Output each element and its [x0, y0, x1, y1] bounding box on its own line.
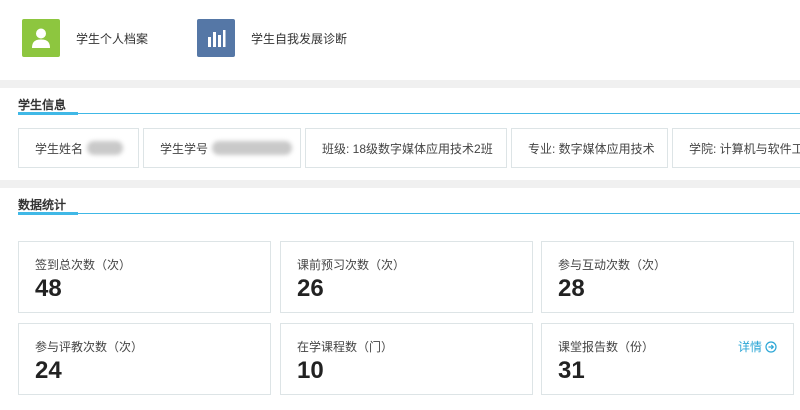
stat-value: 10: [297, 357, 324, 384]
redacted-name: [87, 141, 124, 155]
student-info-section: 学生信息 学生姓名 学生学号 班级: 18级数字媒体应用技术2班 专业: 数字媒…: [0, 88, 800, 180]
section-title-underline: [18, 212, 78, 215]
stat-card-preview: 课前预习次数（次） 26: [280, 241, 533, 313]
student-id-label: 学生学号: [160, 141, 209, 156]
nav-self-diagnosis[interactable]: 学生自我发展诊断: [197, 19, 347, 57]
nav-self-diagnosis-label: 学生自我发展诊断: [251, 31, 348, 46]
arrow-circle-right-icon: [765, 340, 777, 353]
section-divider: [18, 113, 800, 114]
details-link-label: 详情: [737, 340, 762, 354]
nav-student-profile[interactable]: 学生个人档案: [22, 19, 148, 57]
stat-card-evaluation: 参与评教次数（次） 24: [18, 323, 271, 395]
bar-chart-icon: [197, 19, 235, 57]
stat-value: 24: [35, 357, 62, 384]
section-divider: [18, 213, 800, 214]
stat-label: 参与互动次数（次）: [558, 258, 667, 272]
college-chip: 学院: 计算机与软件工: [672, 128, 800, 168]
major-chip: 专业: 数字媒体应用技术: [511, 128, 668, 168]
stat-label: 课堂报告数（份）: [558, 340, 655, 354]
top-nav: 学生个人档案 学生自我发展诊断: [0, 0, 800, 80]
student-name-label: 学生姓名: [35, 141, 84, 156]
stat-value: 31: [558, 357, 585, 384]
student-info-header: 学生信息: [0, 88, 800, 118]
stat-card-checkin: 签到总次数（次） 48: [18, 241, 271, 313]
student-id-chip: 学生学号: [143, 128, 301, 168]
class-text: 班级: 18级数字媒体应用技术2班: [322, 141, 493, 156]
college-text: 学院: 计算机与软件工: [689, 141, 800, 156]
stats-section: 数据统计 签到总次数（次） 48 课前预习次数（次） 26 参与互动次数（次） …: [0, 188, 800, 410]
class-chip: 班级: 18级数字媒体应用技术2班: [305, 128, 507, 168]
student-info-title: 学生信息: [18, 98, 67, 112]
student-name-chip: 学生姓名: [18, 128, 139, 168]
person-icon: [22, 19, 60, 57]
stat-card-reports: 课堂报告数（份） 31 详情: [541, 323, 794, 395]
stat-label: 在学课程数（门）: [297, 340, 394, 354]
major-text: 专业: 数字媒体应用技术: [528, 141, 655, 156]
stats-header: 数据统计: [0, 188, 800, 218]
stat-card-courses: 在学课程数（门） 10: [280, 323, 533, 395]
nav-student-profile-label: 学生个人档案: [76, 31, 149, 46]
stat-value: 26: [297, 275, 324, 302]
stat-card-interaction: 参与互动次数（次） 28: [541, 241, 794, 313]
details-link[interactable]: 详情: [738, 338, 777, 355]
stats-title: 数据统计: [18, 198, 67, 212]
stat-value: 28: [558, 275, 585, 302]
stat-label: 课前预习次数（次）: [297, 258, 406, 272]
section-title-underline: [18, 112, 78, 115]
stat-label: 参与评教次数（次）: [35, 340, 144, 354]
stat-value: 48: [35, 275, 62, 302]
stat-label: 签到总次数（次）: [35, 258, 132, 272]
redacted-id: [212, 141, 293, 155]
